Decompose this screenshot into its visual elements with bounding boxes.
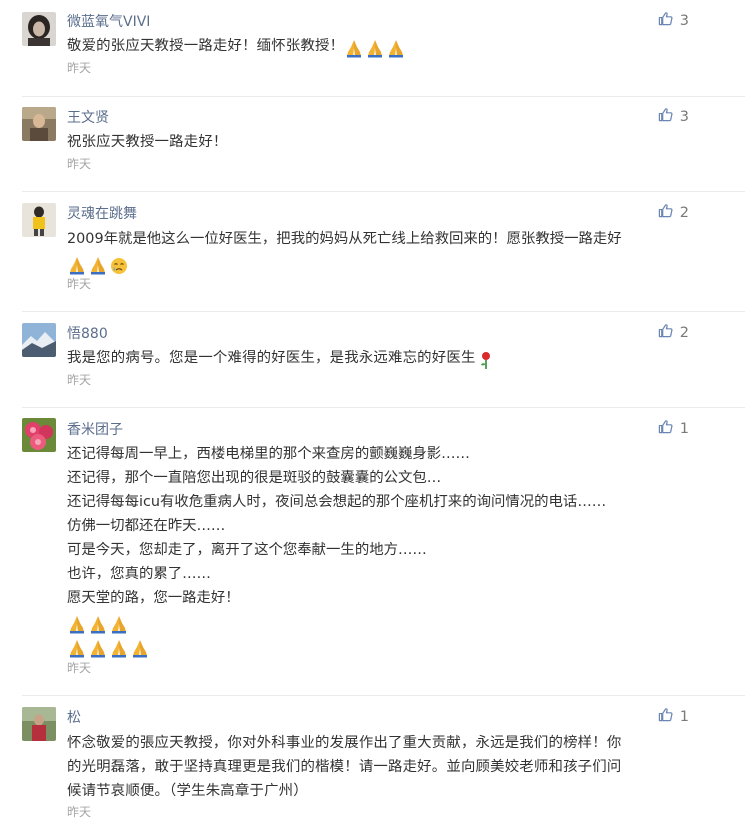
thumbs-up-icon [658,203,673,222]
like-count: 2 [679,204,689,221]
text-line: 还记得每周一早上，西楼电梯里的那个来查房的颤巍巍身影…… [67,446,470,462]
timestamp: 昨天 [67,661,92,675]
thumbs-up-icon [658,107,673,126]
like-count: 1 [679,708,689,725]
rose-icon [476,350,497,374]
comment-text: 还记得每周一早上，西楼电梯里的那个来查房的颤巍巍身影…… 还记得，那个一直陪您出… [67,442,697,658]
username[interactable]: 王文贤 [67,107,109,127]
folded-hands-icon [130,638,151,662]
emoji-row [67,634,697,658]
comment-text: 怀念敬爱的張应天教授，你对外科事业的发展作出了重大贡献，永远是我们的榜样！你 的… [67,731,697,803]
comment-text: 敬爱的张应天教授一路走好！缅怀张教授！ [67,34,697,62]
text-line: 还记得，那个一直陪您出现的很是斑驳的鼓囊囊的公文包… [67,470,442,486]
thumbs-up-icon [658,707,673,726]
comment-list: 微蓝氧气VIVI 敬爱的张应天教授一路走好！缅怀张教授！ 昨天 3 王文贤 祝张… [0,0,745,834]
divider [22,407,745,408]
text-line: 2009年就是他这么一位好医生，把我的妈妈从死亡线上给救回来的！愿张教授一路走好 [67,231,622,247]
text-line: 祝张应天教授一路走好！ [67,134,228,150]
username[interactable]: 松 [67,707,81,727]
text-line: 也许，您真的累了…… [67,566,211,582]
like-button[interactable]: 3 [658,107,689,126]
text-line: 敬爱的张应天教授一路走好！缅怀张教授！ [67,38,345,54]
avatar[interactable] [22,203,56,237]
like-count: 3 [679,108,689,125]
like-button[interactable]: 1 [658,419,689,438]
timestamp: 昨天 [67,277,92,291]
text-line: 我是您的病号。您是一个难得的好医生，是我永远难忘的好医生 [67,350,476,366]
username[interactable]: 香米团子 [67,419,123,439]
like-button[interactable]: 3 [658,11,689,30]
text-line: 仿佛一切都还在昨天…… [67,518,226,534]
timestamp: 昨天 [67,157,92,171]
text-line: 候请节哀顺便。（学生朱高章于广州） [67,783,308,799]
emoji-row [67,610,697,634]
thumbs-up-icon [658,419,673,438]
like-button[interactable]: 2 [658,323,689,342]
text-line: 可是今天，您却走了，离开了这个您奉献一生的地方…… [67,542,427,558]
like-button[interactable]: 1 [658,707,689,726]
divider [22,191,745,192]
like-button[interactable]: 2 [658,203,689,222]
avatar[interactable] [22,107,56,141]
avatar[interactable] [22,707,56,741]
thumbs-up-icon [658,11,673,30]
comment-text: 我是您的病号。您是一个难得的好医生，是我永远难忘的好医生 [67,346,697,374]
avatar[interactable] [22,323,56,357]
divider [22,96,745,97]
text-line: 愿天堂的路，您一路走好！ [67,590,240,606]
divider [22,311,745,312]
folded-hands-icon [88,638,109,662]
text-line: 怀念敬爱的張应天教授，你对外科事业的发展作出了重大贡献，永远是我们的榜样！你 [67,735,622,751]
folded-hands-icon [386,38,407,62]
comment-text: 2009年就是他这么一位好医生，把我的妈妈从死亡线上给救回来的！愿张教授一路走好 [67,227,697,275]
crying-face-icon [109,255,130,279]
folded-hands-icon [88,255,109,279]
avatar[interactable] [22,418,56,452]
emoji-row [67,251,697,275]
avatar[interactable] [22,12,56,46]
text-line: 的光明磊落，敢于坚持真理更是我们的楷模！请一路走好。並向顾美姣老师和孩子们问 [67,759,622,775]
timestamp: 昨天 [67,373,92,387]
folded-hands-icon [109,638,130,662]
divider [22,695,745,696]
like-count: 1 [679,420,689,437]
like-count: 3 [679,12,689,29]
thumbs-up-icon [658,323,673,342]
folded-hands-icon [365,38,386,62]
username[interactable]: 微蓝氧气VIVI [67,11,150,31]
username[interactable]: 灵魂在跳舞 [67,203,137,223]
like-count: 2 [679,324,689,341]
timestamp: 昨天 [67,61,92,75]
folded-hands-icon [344,38,365,62]
text-line: 还记得每每icu有收危重病人时，夜间总会想起的那个座机打来的询问情况的电话…… [67,494,607,510]
timestamp: 昨天 [67,805,92,819]
comment-text: 祝张应天教授一路走好！ [67,130,697,154]
username[interactable]: 悟880 [67,323,108,343]
